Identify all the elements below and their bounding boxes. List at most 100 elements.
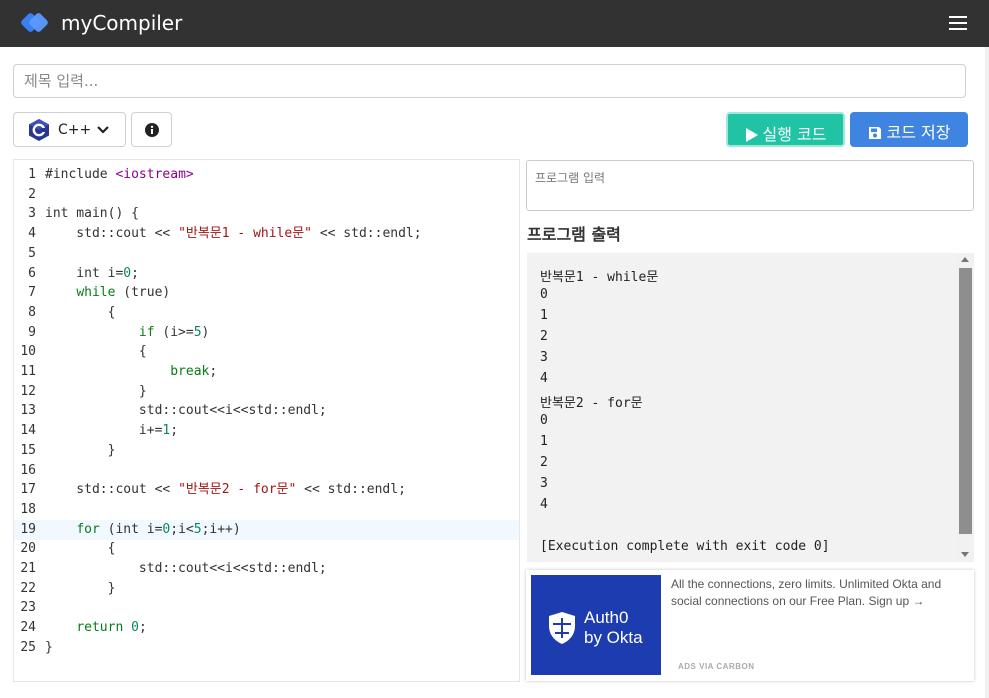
cpp-language-icon (29, 119, 49, 141)
code-token: if (138, 324, 155, 340)
save-code-button[interactable]: 코드 저장 (850, 112, 968, 147)
code-line[interactable]: 21 std::cout<<i<<std::endl; (14, 559, 519, 579)
code-line[interactable]: 19 for (int i=0;i<5;i++) (14, 519, 519, 540)
code-line[interactable]: 7 while (true) (14, 283, 519, 303)
line-number: 7 (28, 285, 36, 301)
line-number: 10 (20, 344, 36, 360)
code-token: } (45, 639, 53, 655)
output-line: 1 (540, 434, 548, 449)
scroll-up-arrow-icon[interactable] (961, 257, 969, 262)
program-input[interactable] (526, 160, 974, 211)
output-line: 4 (540, 371, 548, 386)
code-token: ; (131, 265, 139, 281)
output-line: 4 (540, 497, 548, 512)
hamburger-menu-icon[interactable] (946, 12, 970, 34)
code-text: } (45, 441, 116, 461)
line-number: 22 (20, 580, 36, 596)
code-line[interactable]: 3 int main() { (14, 204, 519, 224)
line-number: 2 (28, 186, 36, 202)
code-text: int main() { (45, 204, 139, 224)
code-line[interactable]: 10 { (14, 342, 519, 362)
code-line[interactable]: 2 (14, 185, 519, 205)
code-token: int i= (45, 265, 124, 281)
line-number: 19 (20, 521, 36, 537)
code-token: { (45, 344, 147, 360)
line-number: 6 (28, 265, 36, 281)
code-editor[interactable]: 1 #include <iostream> 2 3 int main() {4 std:… (13, 159, 520, 682)
code-line[interactable]: 5 (14, 244, 519, 264)
code-line[interactable]: 23 (14, 598, 519, 618)
code-line[interactable]: 18 (14, 500, 519, 520)
code-text: if (i>=5) (45, 323, 209, 343)
code-line[interactable]: 17 std::cout << "반복문2 - for문" << std::en… (14, 480, 519, 500)
code-text: { (45, 342, 147, 362)
code-line[interactable]: 24 return 0; (14, 618, 519, 638)
code-text: int i=0; (45, 264, 139, 284)
code-token: "반복문2 - for문" (178, 482, 297, 498)
brand-name[interactable]: myCompiler (61, 11, 182, 35)
line-number: 5 (28, 245, 36, 261)
code-token: } (45, 383, 147, 399)
code-line[interactable]: 6 int i=0; (14, 264, 519, 284)
title-input[interactable] (13, 64, 966, 98)
language-select[interactable]: C++ (13, 112, 126, 147)
line-number: 20 (20, 541, 36, 557)
code-line[interactable]: 11 break; (14, 362, 519, 382)
scroll-down-arrow-icon[interactable] (961, 552, 969, 557)
code-text: } (45, 638, 53, 658)
ad-image[interactable]: Auth0 by Okta (531, 575, 661, 675)
code-line[interactable]: 20 { (14, 539, 519, 559)
output-line: 3 (540, 350, 548, 365)
program-output-panel: 반복문1 - while문 0 1 2 3 4 반복문2 - for문 0 1 2 3 4 [Execu… (527, 253, 957, 562)
code-line[interactable]: 1 #include <iostream> (14, 165, 519, 185)
scrollbar-thumb[interactable] (959, 268, 972, 534)
program-output-heading: 프로그램 출력 (527, 225, 621, 244)
output-scrollbar[interactable] (957, 253, 974, 562)
code-token: #include (45, 167, 116, 182)
code-line[interactable]: 8 { (14, 303, 519, 323)
code-token: (true) (115, 285, 171, 301)
code-line[interactable]: 25} (14, 638, 519, 658)
line-number: 3 (28, 206, 36, 222)
line-number: 9 (28, 324, 36, 340)
line-number: 15 (20, 442, 36, 458)
navbar: myCompiler (0, 0, 989, 47)
ad-text-link[interactable]: All the connections, zero limits. Unlimi… (671, 576, 961, 610)
code-token: break (170, 364, 210, 379)
code-line[interactable]: 14 i+=1; (14, 421, 519, 441)
code-line[interactable]: 15 } (14, 441, 519, 461)
code-token: int main() { (45, 206, 139, 222)
line-number: 4 (28, 226, 36, 242)
line-number: 8 (28, 304, 36, 320)
code-line[interactable]: 13 std::cout<<i<<std::endl; (14, 401, 519, 421)
code-text: while (true) (45, 283, 170, 303)
auth0-shield-logo-icon (549, 612, 575, 644)
code-token: } (45, 442, 116, 458)
code-token: ) (201, 324, 210, 340)
code-line[interactable]: 22 } (14, 579, 519, 599)
code-line[interactable]: 16 (14, 461, 519, 481)
code-text: { (45, 303, 116, 323)
info-button[interactable] (131, 112, 172, 147)
line-number: 14 (20, 423, 36, 439)
ad-logo-text: Auth0 by Okta (584, 608, 643, 648)
line-number: 23 (20, 600, 36, 616)
run-code-button[interactable]: 실행 코드 (726, 112, 845, 147)
code-token: std::cout<<i<<std::endl; (45, 561, 327, 576)
code-line[interactable]: 9 if (i>=5) (14, 323, 519, 343)
code-token: return (76, 620, 124, 636)
code-token: ;i< (170, 521, 194, 537)
output-line: 2 (540, 455, 548, 470)
page-scroll-track (985, 47, 989, 698)
mycompiler-logo-icon[interactable] (20, 10, 50, 36)
code-line[interactable]: 12 } (14, 382, 519, 402)
code-token: << std::endl; (296, 482, 406, 498)
code-line[interactable]: 4 std::cout << "반복문1 - while문" << std::e… (14, 224, 519, 244)
code-token: 0 (131, 620, 139, 636)
code-text: break; (45, 362, 217, 382)
ads-via-carbon-label[interactable]: ADS VIA CARBON (678, 662, 754, 671)
floppy-disk-icon (868, 127, 881, 139)
code-token: << std::endl; (312, 226, 422, 242)
